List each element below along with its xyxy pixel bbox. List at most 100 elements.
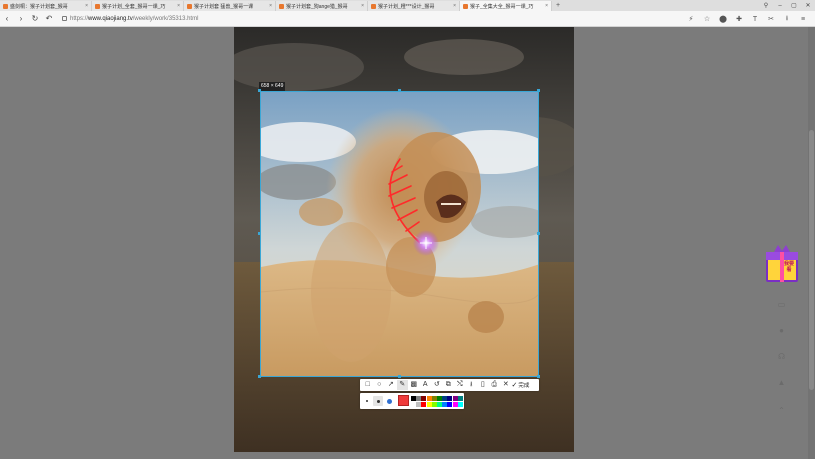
browser-tab[interactable]: 猴子计划_全套_猴哥一课_巧 ×: [92, 1, 184, 11]
navigation-bar: ‹ › ↻ ↶ https://www.qiaojiang.tv/weekly/…: [0, 11, 815, 27]
pin-icon[interactable]: ⚲: [759, 2, 773, 9]
bookmark-tool[interactable]: ⎙: [489, 380, 501, 390]
upload-icon[interactable]: ▲: [777, 378, 786, 387]
resize-handle-ml[interactable]: [258, 232, 261, 235]
rectangle-tool[interactable]: □: [362, 380, 374, 390]
tab-favicon-icon: [3, 3, 8, 9]
promo-badge-text: 我要看: [783, 261, 794, 273]
mosaic-icon: ▩: [410, 381, 418, 388]
resize-handle-bl[interactable]: [258, 375, 261, 378]
undo-close-button[interactable]: ↶: [42, 14, 56, 23]
lock-icon: [62, 16, 67, 21]
resize-handle-mr[interactable]: [537, 232, 540, 235]
window-controls: ⚲ – ▢ ✕: [759, 0, 815, 11]
screenshot-toolbar: □ ○ ↗ ✎ ▩ A ↺ ⧉ ⤭ ⭳ ▯ ⎙ ✕ ✓ 完成: [360, 379, 539, 391]
text-icon: A: [422, 381, 428, 388]
address-bar[interactable]: https://www.qiaojiang.tv/weekly/work/353…: [62, 16, 198, 22]
done-button[interactable]: 完成: [518, 381, 529, 389]
tab-strip: 盛剑桐：猴子计划套_猴哥 × 猴子计划_全套_猴哥一课_巧 × 猴子计划套 猛兽_猴哥一…: [0, 0, 815, 11]
headset-icon[interactable]: ☊: [777, 352, 786, 361]
phone-icon: ▯: [480, 381, 485, 388]
browser-tab[interactable]: 猴子计划套 猛兽_猴哥一课 ×: [184, 1, 276, 11]
color-palette: [360, 393, 464, 409]
current-color[interactable]: [398, 395, 409, 406]
tab-favicon-icon: [187, 3, 192, 9]
tab-title: 猴子计划_橙***设计_猴哥: [378, 3, 435, 10]
download-tool[interactable]: ⭳: [466, 380, 478, 390]
brush-size-medium[interactable]: [373, 396, 383, 406]
mosaic-tool[interactable]: ▩: [408, 380, 420, 390]
browser-tab[interactable]: 猴子_全集大全_猴哥一课_巧 ×: [460, 1, 552, 11]
minimize-button[interactable]: –: [773, 3, 787, 9]
close-window-button[interactable]: ✕: [801, 2, 815, 9]
tab-close-icon[interactable]: ×: [85, 3, 88, 9]
scissors-icon[interactable]: ✂: [763, 15, 779, 23]
color-swatch[interactable]: [457, 402, 463, 407]
tab-favicon-icon: [463, 3, 468, 9]
refresh-button[interactable]: ↻: [28, 14, 42, 23]
color-swatch[interactable]: [457, 396, 463, 401]
lightning-icon[interactable]: ⚡: [683, 15, 699, 23]
pen-tool[interactable]: ✎: [396, 380, 408, 390]
menu-icon[interactable]: ≡: [795, 16, 811, 23]
pen-icon: ✎: [399, 381, 406, 388]
arrow-tool[interactable]: ↗: [385, 380, 397, 390]
url-path: /weekly/work/35313.html: [132, 15, 199, 22]
ellipse-icon: ○: [377, 381, 382, 388]
tab-close-icon[interactable]: ×: [269, 3, 272, 9]
resize-handle-tl[interactable]: [258, 89, 261, 92]
maximize-button[interactable]: ▢: [787, 2, 801, 9]
new-tab-button[interactable]: +: [552, 1, 564, 11]
forward-button[interactable]: ›: [14, 14, 28, 23]
chat-icon[interactable]: ●: [777, 326, 786, 335]
url-host: www.qiaojiang.tv: [88, 15, 133, 22]
brush-size-small[interactable]: [362, 396, 372, 406]
scrollbar-track[interactable]: [808, 27, 815, 459]
ellipse-tool[interactable]: ○: [374, 380, 386, 390]
scrollbar-thumb[interactable]: [809, 130, 814, 390]
tab-close-icon[interactable]: ×: [177, 3, 180, 9]
download-icon[interactable]: ⭳: [779, 14, 795, 25]
tab-close-icon[interactable]: ×: [361, 3, 364, 9]
tab-favicon-icon: [371, 3, 376, 9]
undo-tool[interactable]: ↺: [431, 380, 443, 390]
resize-handle-bm[interactable]: [398, 375, 401, 378]
back-to-top-icon[interactable]: ⌃: [777, 406, 786, 415]
selection-size-label: 658 × 649: [259, 82, 286, 91]
selected-image: [261, 92, 538, 376]
text-tool[interactable]: A: [420, 380, 432, 390]
resize-handle-tm[interactable]: [398, 89, 401, 92]
promo-gift-badge[interactable]: 我要看: [764, 242, 800, 284]
tab-favicon-icon: [279, 3, 284, 9]
browser-tab[interactable]: 盛剑桐：猴子计划套_猴哥 ×: [0, 1, 92, 11]
translate-tool[interactable]: ⤭: [454, 380, 466, 390]
star-icon[interactable]: ☆: [699, 15, 715, 23]
done-check-icon[interactable]: ✓: [512, 381, 518, 389]
tab-close-icon[interactable]: ×: [545, 3, 548, 9]
brush-size-large[interactable]: [384, 396, 394, 406]
cancel-tool[interactable]: ✕: [500, 380, 512, 390]
tab-title: 猴子计划_全套_猴哥一课_巧: [102, 3, 166, 10]
browser-tab[interactable]: 猴子计划_橙***设计_猴哥 ×: [368, 1, 460, 11]
translate-icon[interactable]: T: [747, 16, 763, 23]
tab-title: 猴子计划套_狗ange猎_猴哥: [286, 3, 348, 10]
rectangle-icon: □: [365, 381, 370, 388]
pin-tool[interactable]: ⧉: [443, 380, 455, 390]
back-button[interactable]: ‹: [0, 14, 14, 23]
download-icon: ⭳: [470, 381, 473, 388]
phone-tool[interactable]: ▯: [477, 380, 489, 390]
url-protocol: https://: [70, 15, 89, 22]
cancel-icon: ✕: [502, 381, 509, 388]
extension-icon[interactable]: ⬤: [715, 15, 731, 23]
tab-close-icon[interactable]: ×: [453, 3, 456, 9]
browser-tab[interactable]: 猴子计划套_狗ange猎_猴哥 ×: [276, 1, 368, 11]
plus-icon[interactable]: ✚: [731, 15, 747, 23]
tab-title: 盛剑桐：猴子计划套_猴哥: [10, 3, 68, 10]
resize-handle-br[interactable]: [537, 375, 540, 378]
tab-favicon-icon: [95, 3, 100, 9]
bookmark-icon: ⎙: [491, 381, 498, 388]
resize-handle-tr[interactable]: [537, 89, 540, 92]
phone-icon[interactable]: ▭: [777, 300, 786, 309]
capture-selection[interactable]: [260, 91, 539, 377]
pin-icon: ⧉: [445, 381, 451, 388]
